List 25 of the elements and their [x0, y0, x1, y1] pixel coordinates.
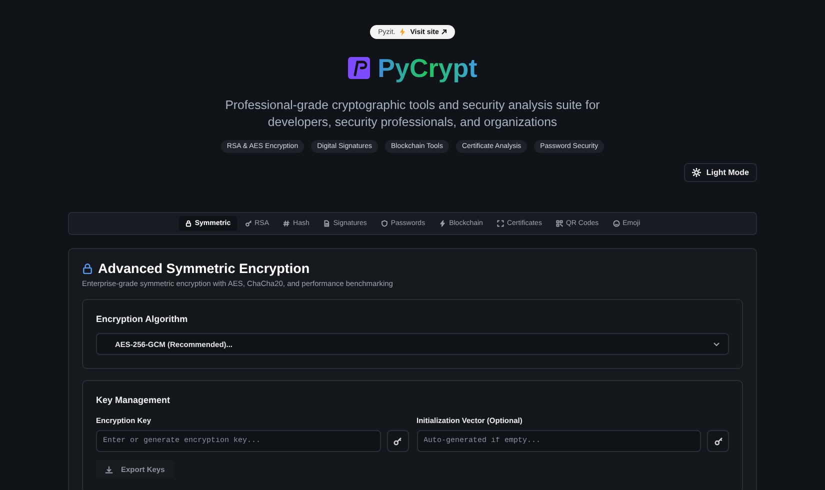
lightning-icon — [400, 28, 406, 36]
qr-code-icon — [556, 220, 563, 227]
chevron-down-icon — [713, 342, 720, 346]
key-icon — [393, 436, 402, 446]
download-icon — [105, 466, 113, 474]
smiley-icon — [612, 220, 620, 227]
section-heading: Key Management — [96, 395, 172, 405]
light-mode-button[interactable]: Light Mode — [684, 163, 757, 182]
sun-icon — [692, 168, 702, 177]
section-heading: Encryption Algorithm — [96, 314, 189, 324]
shield-icon — [380, 220, 388, 227]
frame-icon — [496, 220, 504, 227]
key-icon — [714, 436, 722, 446]
document-icon — [323, 220, 330, 227]
lock-icon — [184, 220, 192, 227]
external-link-icon — [440, 29, 447, 35]
tagline: Professional-grade cryptographic tools and security analysis suite for developers, security professionals, and organizations — [224, 97, 601, 131]
logo-icon — [348, 57, 370, 79]
hash-icon — [283, 220, 290, 227]
lock-icon — [82, 263, 93, 274]
key-icon — [244, 220, 252, 227]
generate-key-button[interactable] — [386, 430, 408, 452]
generate-key-button[interactable] — [707, 430, 729, 452]
card-title: Advanced Symmetric Encryption — [98, 261, 310, 276]
lightning-icon — [439, 220, 446, 227]
